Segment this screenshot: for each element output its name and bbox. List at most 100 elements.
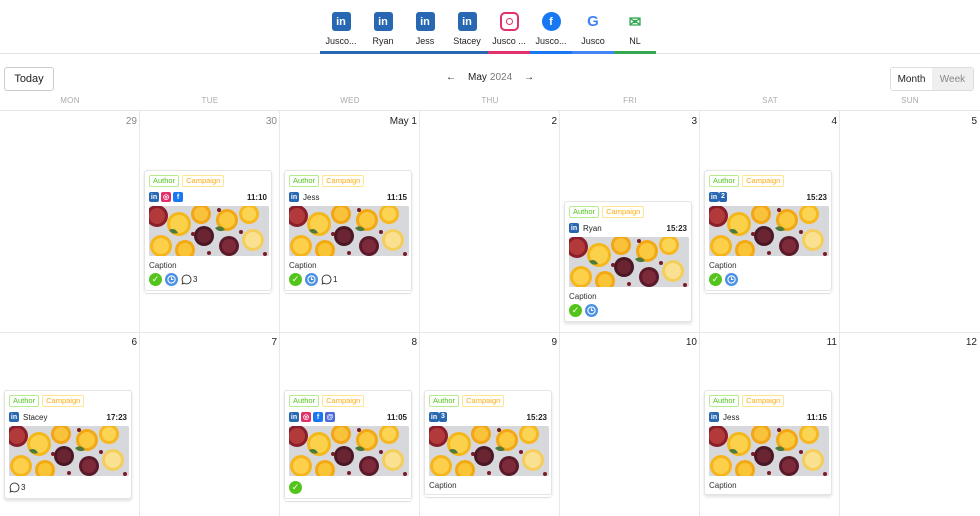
campaign-tag[interactable]: Campaign <box>322 175 365 187</box>
campaign-tag[interactable]: Campaign <box>182 175 225 187</box>
channel-label: NL <box>629 36 641 46</box>
linkedin-icon: in <box>569 223 579 233</box>
post-card[interactable]: Author Campaign in ◎ f 11:10 Caption ✓ 3 <box>144 170 272 291</box>
author-tag[interactable]: Author <box>709 175 740 187</box>
account-name: Ryan <box>583 223 602 233</box>
channel-tab-stacey[interactable]: in Stacey <box>446 0 488 54</box>
channel-underline <box>362 51 404 54</box>
author-tag[interactable]: Author <box>289 395 320 407</box>
day-number: 30 <box>265 116 277 127</box>
mail-icon: ✉ <box>625 12 645 31</box>
approved-check-icon: ✓ <box>289 272 302 286</box>
year-label: 2024 <box>489 72 513 83</box>
post-card[interactable]: Author Campaign in Stacey 17:23 3 <box>4 390 132 499</box>
author-tag[interactable]: Author <box>569 206 600 218</box>
instagram-icon: ◎ <box>301 412 311 422</box>
day-number: 12 <box>965 337 977 348</box>
month-view-button[interactable]: Month <box>891 68 932 90</box>
post-image <box>709 426 829 476</box>
channel-label: Stacey <box>453 36 481 46</box>
facebook-icon: f <box>541 12 561 31</box>
post-time: 15:23 <box>806 192 827 202</box>
channel-label: Ryan <box>372 36 394 46</box>
channel-underline <box>404 51 446 54</box>
next-month-arrow-icon[interactable]: → <box>524 72 534 83</box>
comment-icon <box>181 274 192 285</box>
author-tag[interactable]: Author <box>709 395 740 407</box>
scheduled-clock-icon <box>725 272 738 286</box>
campaign-tag[interactable]: Campaign <box>742 175 785 187</box>
approved-check-icon: ✓ <box>709 272 722 286</box>
post-card[interactable]: Author Campaign in Jess 11:15 Caption <box>704 390 832 495</box>
comments-count[interactable]: 3 <box>9 482 25 493</box>
approved-check-icon: ✓ <box>289 480 302 494</box>
channel-tab-nl[interactable]: ✉ NL <box>614 0 656 54</box>
weekday-header: TUE <box>201 96 219 105</box>
campaign-tag[interactable]: Campaign <box>462 395 505 407</box>
campaign-tag[interactable]: Campaign <box>322 395 365 407</box>
grid-line <box>0 332 980 333</box>
post-card[interactable]: Author Campaign in ◎ f @ 11:05 ✓ <box>284 390 412 499</box>
channel-tab-jusco-facebook[interactable]: f Jusco... <box>530 0 572 54</box>
author-tag[interactable]: Author <box>9 395 40 407</box>
day-number: 10 <box>685 337 697 348</box>
approved-check-icon: ✓ <box>569 303 582 317</box>
account-name: Jess <box>303 192 320 202</box>
instagram-icon <box>499 12 519 31</box>
channel-tab-jusco-instagram[interactable]: Jusco ... <box>488 0 530 54</box>
post-caption: Caption <box>709 481 737 490</box>
post-time: 15:23 <box>666 223 687 233</box>
campaign-tag[interactable]: Campaign <box>42 395 85 407</box>
comments-count[interactable]: 1 <box>321 274 337 285</box>
weekday-header: SAT <box>762 96 778 105</box>
author-tag[interactable]: Author <box>429 395 460 407</box>
week-view-button[interactable]: Week <box>932 68 973 90</box>
facebook-icon: f <box>313 412 323 422</box>
post-card[interactable]: Author Campaign in 3 15:23 Caption <box>424 390 552 495</box>
channel-tab-jusco-google[interactable]: G Jusco <box>572 0 614 54</box>
grid-line <box>139 111 140 516</box>
channel-underline <box>572 51 614 54</box>
campaign-tag[interactable]: Campaign <box>742 395 785 407</box>
author-tag[interactable]: Author <box>289 175 320 187</box>
month-navigator: ← May 2024 → <box>446 72 534 83</box>
citrus-photo <box>569 237 689 287</box>
day-number: May 1 <box>389 116 417 127</box>
day-number: 5 <box>971 116 977 127</box>
today-button[interactable]: Today <box>4 67 54 91</box>
linkedin-icon: in <box>289 192 299 202</box>
channel-underline <box>488 51 530 54</box>
campaign-tag[interactable]: Campaign <box>602 206 645 218</box>
scheduled-clock-icon <box>585 303 598 317</box>
post-image <box>149 206 269 256</box>
author-tag[interactable]: Author <box>149 175 180 187</box>
comments-count[interactable]: 3 <box>181 274 197 285</box>
scheduled-clock-icon <box>165 272 178 286</box>
day-number: 8 <box>411 337 417 348</box>
post-image <box>569 237 689 287</box>
citrus-photo <box>289 206 409 256</box>
view-toggle: Month Week <box>890 67 974 91</box>
channel-tab-ryan[interactable]: in Ryan <box>362 0 404 54</box>
account-name: Stacey <box>23 412 48 422</box>
weekday-header: MON <box>60 96 80 105</box>
linkedin-icon: in <box>331 12 351 31</box>
post-caption: Caption <box>569 292 597 301</box>
content-calendar: in Jusco... in Ryan in Jess in Stacey Ju… <box>0 0 980 516</box>
instagram-icon: ◎ <box>161 192 171 202</box>
post-caption: Caption <box>289 261 317 270</box>
linkedin-icon: in <box>289 412 299 422</box>
prev-month-arrow-icon[interactable]: ← <box>446 72 456 83</box>
channel-count-badge: 2 <box>719 192 727 202</box>
channel-tab-jess[interactable]: in Jess <box>404 0 446 54</box>
channel-bar: in Jusco... in Ryan in Jess in Stacey Ju… <box>0 0 980 54</box>
day-number: 7 <box>271 337 277 348</box>
post-card[interactable]: Author Campaign in Ryan 15:23 Caption ✓ <box>564 201 692 322</box>
weekday-header: FRI <box>623 96 637 105</box>
channel-tab-jusco-linkedin[interactable]: in Jusco... <box>320 0 362 54</box>
month-label: May <box>468 72 487 83</box>
post-image <box>429 426 549 476</box>
weekday-header: WED <box>340 96 360 105</box>
post-card[interactable]: Author Campaign in Jess 11:15 Caption ✓ 1 <box>284 170 412 291</box>
post-card[interactable]: Author Campaign in 2 15:23 Caption ✓ <box>704 170 832 291</box>
